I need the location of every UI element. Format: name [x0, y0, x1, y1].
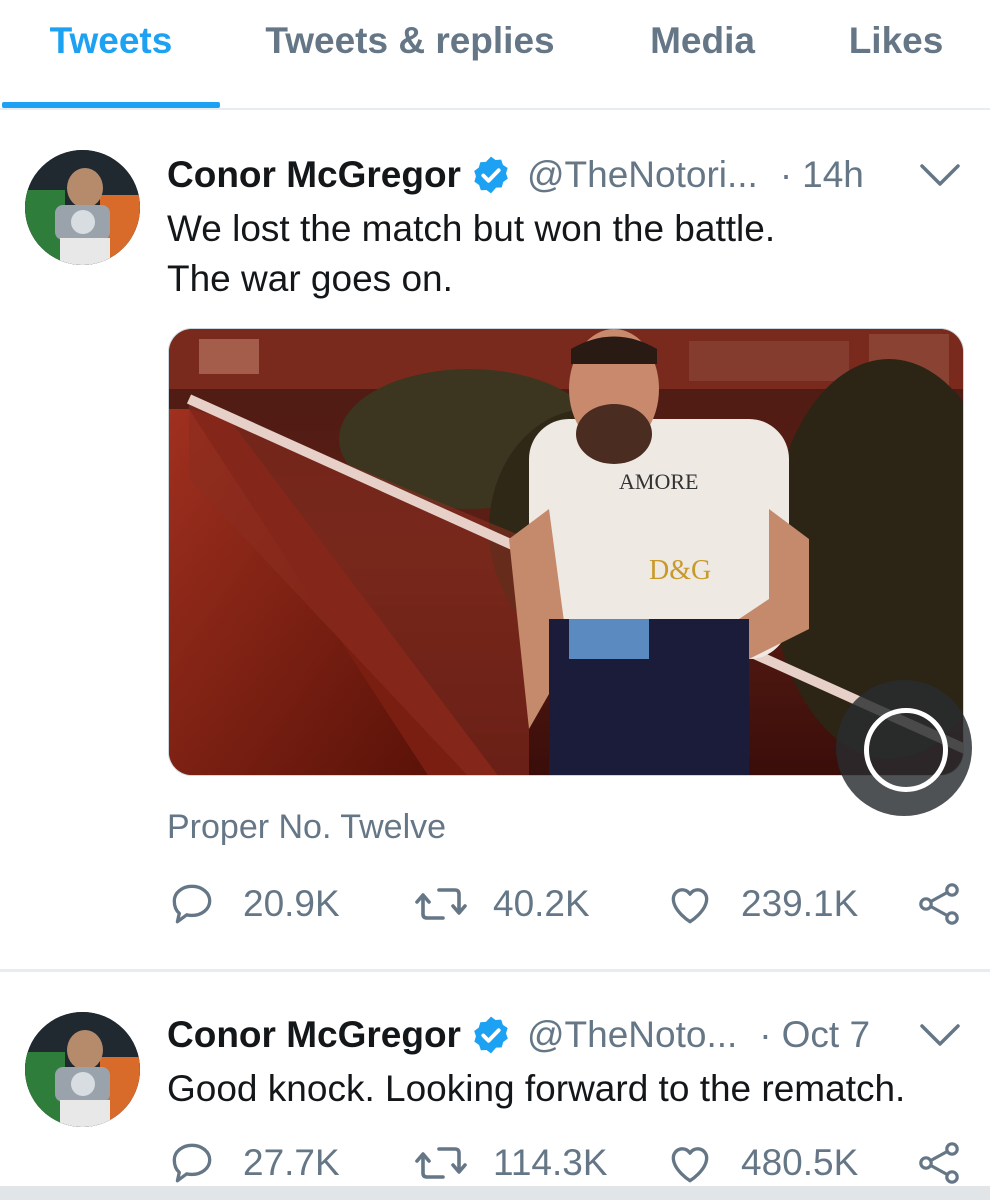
tweet-text-line: The war goes on. [167, 258, 453, 299]
avatar[interactable] [25, 150, 140, 265]
tweet-text-line: Good knock. Looking forward to the remat… [167, 1068, 906, 1109]
share-button[interactable] [915, 1135, 963, 1191]
reply-button[interactable]: 20.9K [167, 876, 340, 932]
bottom-edge [0, 1186, 990, 1200]
retweet-count: 114.3K [493, 1142, 608, 1183]
tweet-text: Good knock. Looking forward to the remat… [167, 1064, 905, 1114]
retweet-button[interactable]: 114.3K [413, 1135, 608, 1191]
touch-indicator-icon [836, 680, 972, 816]
shirt-print-text: AMORE [619, 469, 698, 494]
reply-icon [172, 1143, 212, 1183]
reply-count: 27.7K [243, 1142, 340, 1183]
tweet-timestamp[interactable]: Oct 7 [782, 1014, 870, 1056]
tweet-actions: 20.9K 40.2K 239.1K [167, 876, 967, 932]
chevron-down-icon[interactable] [918, 1020, 962, 1050]
reply-button[interactable]: 27.7K [167, 1135, 340, 1191]
author-name[interactable]: Conor McGregor [167, 1014, 461, 1056]
shirt-logo: D&G [649, 555, 711, 586]
tweet-text: We lost the match but won the battle. Th… [167, 204, 775, 304]
tweet-source-label[interactable]: Proper No. Twelve [167, 808, 446, 847]
tweet-card[interactable]: Conor McGregor @TheNoto... · Oct 7 Good … [0, 972, 990, 1200]
chevron-down-icon[interactable] [918, 160, 962, 190]
tweet-header: Conor McGregor @TheNotori... · 14h [167, 150, 864, 200]
like-button[interactable]: 239.1K [665, 876, 858, 932]
avatar-image [25, 1012, 140, 1127]
retweet-button[interactable]: 40.2K [413, 876, 590, 932]
reply-icon [172, 884, 212, 924]
author-name[interactable]: Conor McGregor [167, 154, 461, 196]
verified-badge-icon [474, 156, 508, 194]
tweet-actions: 27.7K 114.3K 480.5K [167, 1135, 967, 1191]
like-button[interactable]: 480.5K [665, 1135, 858, 1191]
separator-dot: · [759, 1014, 772, 1055]
reply-count: 20.9K [243, 883, 340, 924]
tweet-timestamp[interactable]: 14h [802, 154, 864, 196]
like-count: 480.5K [741, 1142, 859, 1183]
verified-badge-icon [474, 1016, 508, 1054]
author-handle[interactable]: @TheNoto... [527, 1014, 737, 1056]
avatar-image [25, 150, 140, 265]
separator-dot: · [779, 154, 793, 195]
like-count: 239.1K [741, 883, 859, 924]
like-icon [671, 888, 709, 924]
share-icon [919, 883, 959, 925]
photo-thumbnail-image: AMORE D&G [169, 329, 963, 775]
tweet-header: Conor McGregor @TheNoto... · Oct 7 [167, 1010, 870, 1060]
tweet-card[interactable]: Conor McGregor @TheNotori... · 14h We lo… [0, 0, 990, 970]
tweet-text-line: We lost the match but won the battle. [167, 208, 776, 249]
share-button[interactable] [915, 876, 963, 932]
retweet-icon [415, 1147, 467, 1179]
retweet-count: 40.2K [493, 883, 590, 924]
like-icon [671, 1147, 709, 1183]
retweet-icon [415, 888, 467, 920]
author-handle[interactable]: @TheNotori... [527, 154, 758, 196]
avatar[interactable] [25, 1012, 140, 1127]
share-icon [919, 1142, 959, 1184]
tweet-photo[interactable]: AMORE D&G [168, 328, 964, 776]
